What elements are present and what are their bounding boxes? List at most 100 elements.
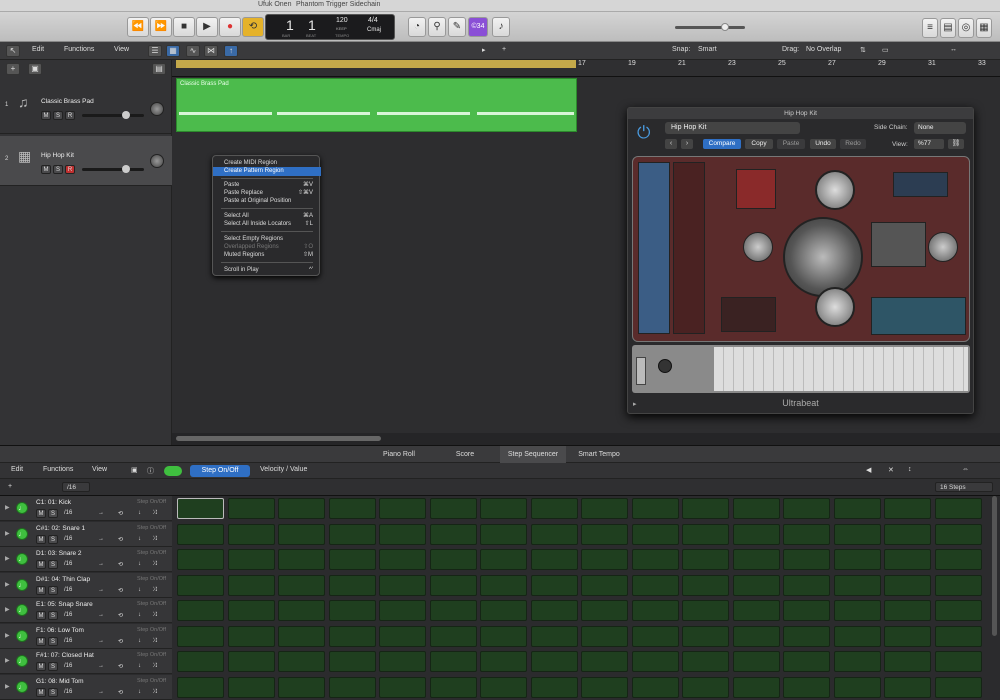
compare-button[interactable]: Compare: [703, 139, 741, 149]
step-cell[interactable]: [278, 626, 325, 647]
step-cell[interactable]: [884, 626, 931, 647]
row-header[interactable]: ▶♩E1: 05: Snap SnareStep On/OffMS/16→⟲↓⤨: [0, 598, 172, 623]
row-mute-button[interactable]: M: [36, 586, 46, 595]
track-1[interactable]: 1 ♫ Classic Brass Pad M S R: [0, 82, 172, 134]
drag-select[interactable]: No Overlap: [806, 46, 841, 53]
step-cell[interactable]: [278, 677, 325, 698]
count-in-button[interactable]: ©34: [468, 17, 488, 37]
step-cell[interactable]: [379, 677, 426, 698]
step-cell[interactable]: [379, 600, 426, 621]
row-header[interactable]: ▶♩C1: 01: KickStep On/OffMS/16→⟲↓⤨: [0, 496, 172, 521]
resolution-select[interactable]: /16: [62, 482, 90, 492]
step-cell[interactable]: [834, 549, 881, 570]
loop-browser-button[interactable]: ◎: [958, 18, 974, 38]
menu-item-paste-original[interactable]: Paste at Original Position: [213, 197, 321, 206]
step-cell[interactable]: [834, 524, 881, 545]
steps-select[interactable]: 16 Steps: [935, 482, 993, 492]
pencil-tool-icon[interactable]: +: [502, 46, 506, 53]
note-icon[interactable]: ♩: [16, 553, 28, 565]
step-cell[interactable]: [430, 651, 477, 672]
step-cell[interactable]: [531, 626, 578, 647]
step-cell[interactable]: [632, 549, 679, 570]
lcd-display[interactable]: 1 1 BAR BEAT 120 KEEP TEMPO 4/4 Cmaj: [265, 14, 395, 40]
step-cell[interactable]: [177, 677, 224, 698]
row-random-icon[interactable]: ⤨: [152, 689, 157, 696]
volume-thumb[interactable]: [122, 165, 130, 173]
volume-thumb[interactable]: [122, 111, 130, 119]
disclosure-triangle-icon[interactable]: ▶: [5, 504, 10, 511]
volume-slider[interactable]: [82, 114, 144, 117]
copy-button[interactable]: Copy: [745, 139, 773, 149]
step-cell[interactable]: [682, 651, 729, 672]
row-header[interactable]: ▶♩F1: 06: Low TomStep On/OffMS/16→⟲↓⤨: [0, 624, 172, 649]
pointer-tool-icon[interactable]: ▸: [482, 46, 486, 54]
step-cell[interactable]: [480, 626, 527, 647]
record-enable-button[interactable]: R: [65, 165, 75, 174]
note-icon[interactable]: ♩: [16, 528, 28, 540]
row-arrow-icon[interactable]: →: [98, 510, 104, 516]
row-solo-button[interactable]: S: [48, 560, 58, 569]
zoom-vertical-icon[interactable]: ⇅: [860, 46, 866, 54]
step-cell[interactable]: [733, 524, 780, 545]
row-solo-button[interactable]: S: [48, 637, 58, 646]
step-cell[interactable]: [632, 677, 679, 698]
note-icon[interactable]: ♩: [16, 630, 28, 642]
resonance-knob[interactable]: [815, 287, 855, 327]
note-icon[interactable]: ♩: [16, 579, 28, 591]
step-cell[interactable]: [935, 677, 982, 698]
row-loop-icon[interactable]: ⟲: [118, 510, 123, 517]
menu-item-create-pattern-region[interactable]: Create Pattern Region: [213, 167, 321, 176]
notes-button[interactable]: ▤: [940, 18, 956, 38]
zoom-vertical-icon[interactable]: ↕: [908, 466, 912, 473]
scroll-thumb[interactable]: [176, 436, 381, 441]
step-cell[interactable]: [430, 626, 477, 647]
step-cell[interactable]: [228, 498, 275, 519]
step-cell[interactable]: [531, 600, 578, 621]
step-cell[interactable]: [480, 600, 527, 621]
step-cell[interactable]: [884, 524, 931, 545]
row-down-icon[interactable]: ↓: [138, 587, 141, 593]
step-cell[interactable]: [581, 524, 628, 545]
row-arrow-icon[interactable]: →: [98, 561, 104, 567]
row-mute-button[interactable]: M: [36, 560, 46, 569]
step-cell[interactable]: [480, 549, 527, 570]
track-name[interactable]: Hip Hop Kit: [41, 152, 74, 159]
row-random-icon[interactable]: ⤨: [152, 663, 157, 670]
row-resolution[interactable]: /16: [64, 612, 72, 618]
step-cell[interactable]: [379, 549, 426, 570]
solo-button[interactable]: S: [53, 111, 63, 120]
next-preset-icon[interactable]: ›: [681, 139, 693, 149]
step-cell[interactable]: [935, 524, 982, 545]
automation-icon[interactable]: ∿: [186, 45, 200, 57]
row-random-icon[interactable]: ⤨: [152, 510, 157, 517]
snap-select[interactable]: Smart: [698, 46, 717, 53]
record-button[interactable]: ●: [219, 17, 241, 37]
step-cell[interactable]: [430, 600, 477, 621]
pattern-browser-icon[interactable]: ▣: [131, 466, 138, 474]
step-cell[interactable]: [632, 651, 679, 672]
master-volume-slider[interactable]: [675, 26, 745, 29]
row-random-icon[interactable]: ⤨: [152, 638, 157, 645]
step-cell[interactable]: [834, 575, 881, 596]
osc-knob[interactable]: [743, 232, 773, 262]
row-down-icon[interactable]: ↓: [138, 536, 141, 542]
add-track-button[interactable]: +: [6, 63, 20, 75]
step-cell[interactable]: [531, 549, 578, 570]
step-cell[interactable]: [228, 575, 275, 596]
note-icon[interactable]: ♩: [16, 604, 28, 616]
step-cell[interactable]: [581, 600, 628, 621]
step-cell[interactable]: [581, 549, 628, 570]
row-random-icon[interactable]: ⤨: [152, 587, 157, 594]
row-resolution[interactable]: /16: [64, 663, 72, 669]
step-cell[interactable]: [935, 498, 982, 519]
step-cell[interactable]: [278, 600, 325, 621]
step-cell[interactable]: [329, 524, 376, 545]
pan-knob[interactable]: [150, 102, 164, 116]
disclosure-triangle-icon[interactable]: ▶: [5, 530, 10, 537]
global-tracks-icon[interactable]: ▣: [28, 63, 42, 75]
vertical-scrollbar[interactable]: [992, 496, 997, 636]
row-mute-button[interactable]: M: [36, 637, 46, 646]
row-header[interactable]: ▶♩G1: 08: Mid TomStep On/OffMS/16→⟲↓⤨: [0, 675, 172, 700]
step-cell[interactable]: [935, 549, 982, 570]
zoom-horizontal-icon[interactable]: ↔: [950, 46, 957, 53]
